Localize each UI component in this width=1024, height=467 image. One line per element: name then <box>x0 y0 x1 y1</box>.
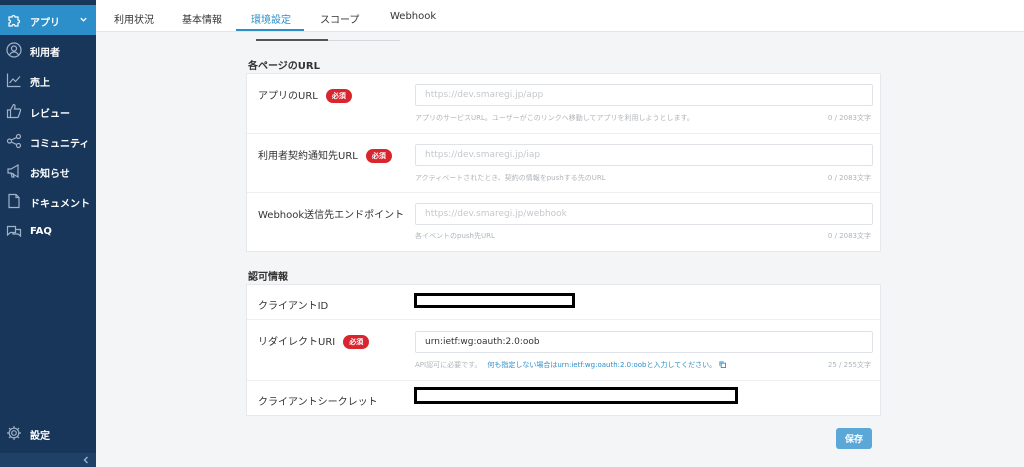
tab-environment[interactable]: 環境設定 <box>251 11 291 26</box>
field-label: クライアントシークレット <box>258 397 378 408</box>
required-badge: 必須 <box>325 89 352 103</box>
redirect-uri-row: リダイレクトURI必須 API認可に必要です。何も指定しない場合はurn:iet… <box>247 320 880 381</box>
sidebar-item-label: ドキュメント <box>30 199 90 210</box>
sidebar-item-users[interactable]: 利用者 <box>0 35 96 65</box>
field-label: Webhook送信先エンドポイント <box>258 210 405 221</box>
sidebar-item-community[interactable]: コミュニティ <box>0 126 96 156</box>
url-section-title: 各ページのURL <box>248 61 320 72</box>
auth-section-title: 認可情報 <box>248 272 288 283</box>
auth-settings-card: クライアントID リダイレクトURI必須 API認可に必要です。何も指定しない場… <box>246 284 881 416</box>
sidebar-item-label: 売上 <box>30 78 50 89</box>
share-icon <box>6 133 22 149</box>
help-text: アクティベートされたとき、契約の情報をpushする先のURL <box>415 174 606 182</box>
megaphone-icon <box>7 163 19 179</box>
sidebar-item-app[interactable]: アプリ <box>0 5 96 35</box>
sidebar-item-docs[interactable]: ドキュメント <box>0 186 96 216</box>
sidebar-item-sales[interactable]: 売上 <box>0 65 96 95</box>
sidebar: アプリ 利用者 売上 レビュー コミュニティ お知らせ ドキュメント FAQ 設… <box>0 0 96 467</box>
field-label: アプリのURL 必須 <box>258 87 352 103</box>
contract-url-input[interactable] <box>415 144 873 166</box>
required-badge: 必須 <box>365 149 392 163</box>
char-counter: 0 / 2083文字 <box>827 114 871 122</box>
sidebar-item-label: お知らせ <box>30 169 70 180</box>
sidebar-item-label: コミュニティ <box>30 139 90 150</box>
chart-line-icon <box>6 73 21 88</box>
sidebar-item-news[interactable]: お知らせ <box>0 156 96 186</box>
sidebar-collapse-button[interactable] <box>0 453 96 467</box>
user-icon <box>6 42 22 58</box>
document-icon <box>8 193 20 209</box>
sidebar-item-label: FAQ <box>30 226 52 237</box>
chat-icon <box>6 225 22 238</box>
char-counter: 25 / 255文字 <box>827 361 871 369</box>
required-badge: 必須 <box>343 335 370 349</box>
sidebar-item-settings[interactable]: 設定 <box>0 418 96 448</box>
webhook-url-row: Webhook送信先エンドポイント 各イベントのpush先URL 0 / 208… <box>247 193 880 252</box>
help-text: アプリのサービスURL。ユーザーがこのリンクへ移動してアプリを利用しようとします… <box>415 114 694 122</box>
step-indicator-active <box>256 39 328 41</box>
tab-scope[interactable]: スコープ <box>320 11 359 26</box>
redirect-help-link[interactable]: 何も指定しない場合はurn:ietf:wg:oauth:2.0:oobと入力して… <box>487 361 716 369</box>
char-counter: 0 / 2083文字 <box>827 232 871 240</box>
sidebar-item-label: アプリ <box>30 18 60 29</box>
client-id-row: クライアントID <box>247 285 880 320</box>
chevron-left-icon <box>83 456 88 464</box>
field-label: 利用者契約通知先URL 必須 <box>258 147 392 163</box>
tab-usage[interactable]: 利用状況 <box>114 11 154 26</box>
sidebar-item-label: レビュー <box>30 109 70 120</box>
thumbs-up-icon <box>6 103 22 119</box>
client-secret-row: クライアントシークレット <box>247 381 880 416</box>
gear-icon <box>7 426 21 440</box>
tab-bar: 利用状況 基本情報 環境設定 スコープ Webhook <box>96 0 1024 32</box>
client-id-value-masked <box>414 293 575 308</box>
webhook-endpoint-input[interactable] <box>415 203 873 225</box>
sidebar-item-reviews[interactable]: レビュー <box>0 96 96 126</box>
redirect-uri-input[interactable] <box>415 331 873 353</box>
tab-basic-info[interactable]: 基本情報 <box>182 11 222 26</box>
active-tab-indicator <box>236 29 304 31</box>
url-settings-card: アプリのURL必須 アプリのサービスURL。ユーザーがこのリンクへ移動してアプリ… <box>246 73 881 252</box>
sidebar-item-label: 設定 <box>30 431 50 442</box>
chevron-down-icon[interactable] <box>79 15 88 24</box>
copy-icon[interactable] <box>719 361 727 368</box>
sidebar-item-label: 利用者 <box>30 48 60 59</box>
char-counter: 0 / 2083文字 <box>827 174 871 182</box>
puzzle-icon <box>8 14 21 27</box>
tab-webhook[interactable]: Webhook <box>390 11 436 22</box>
sidebar-item-faq[interactable]: FAQ <box>0 217 96 247</box>
client-secret-value-masked <box>414 387 738 404</box>
help-text: API認可に必要です。 何も指定しない場合はurn:ietf:wg:oauth:2… <box>415 360 727 370</box>
contract-url-row: 利用者契約通知先URL必須 アクティベートされたとき、契約の情報をpushする先… <box>247 134 880 193</box>
app-url-row: アプリのURL必須 アプリのサービスURL。ユーザーがこのリンクへ移動してアプリ… <box>247 74 880 134</box>
field-label: クライアントID <box>258 301 329 312</box>
step-indicator-inactive <box>328 40 400 41</box>
save-button[interactable]: 保存 <box>836 428 872 449</box>
app-url-input[interactable] <box>415 84 873 106</box>
field-label: リダイレクトURI 必須 <box>258 333 370 349</box>
help-text: 各イベントのpush先URL <box>415 232 495 240</box>
